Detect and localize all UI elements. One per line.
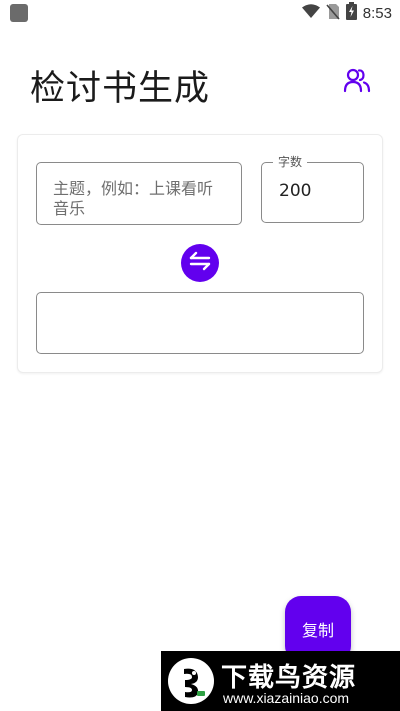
watermark-banner: 下载鸟资源 www.xiazainiao.com [161, 651, 400, 711]
status-time: 8:53 [362, 4, 392, 22]
word-count-label: 字数 [273, 153, 308, 170]
app-notification-icon [10, 4, 28, 22]
battery-charging-icon [345, 2, 357, 24]
page-title: 检讨书生成 [30, 69, 211, 109]
result-textarea[interactable] [36, 292, 364, 354]
swap-arrows-icon [188, 251, 212, 275]
users-icon [343, 67, 371, 97]
no-sim-icon [326, 3, 340, 24]
users-button[interactable] [341, 66, 373, 98]
watermark-title: 下载鸟资源 [221, 663, 357, 693]
word-count-input[interactable]: 200 [261, 162, 364, 223]
bird-logo-icon [167, 657, 215, 705]
word-count-value: 200 [279, 181, 312, 201]
topic-placeholder: 主题，例如：上课看听音乐 [53, 179, 214, 218]
wifi-icon [301, 3, 320, 23]
status-icons: 8:53 [301, 2, 392, 24]
topic-input[interactable]: 主题，例如：上课看听音乐 [36, 162, 242, 225]
generate-swap-button[interactable] [181, 244, 219, 282]
watermark-url: www.xiazainiao.com [223, 690, 350, 706]
copy-button-label: 复制 [301, 621, 334, 640]
status-bar: 8:53 [0, 0, 400, 26]
